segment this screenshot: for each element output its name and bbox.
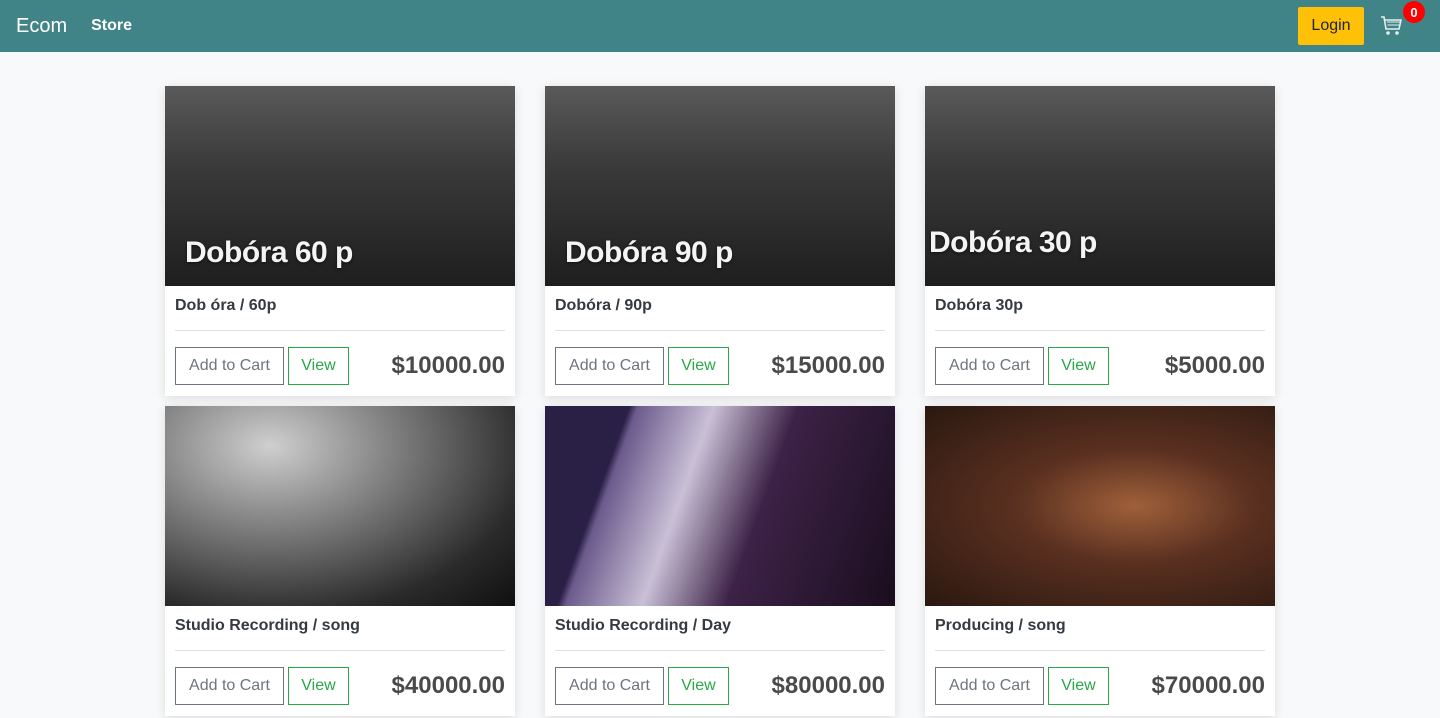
product-title: Studio Recording / Day	[555, 617, 732, 634]
product-price: $15000.00	[771, 352, 885, 379]
cart-link[interactable]: 0	[1380, 1, 1425, 41]
product-image: Dobóra 60 p	[165, 86, 515, 286]
add-to-cart-button[interactable]: Add to Cart	[175, 347, 284, 385]
product-grid: Dobóra 60 p Dob óra / 60p Add to Cart Vi…	[165, 86, 1275, 716]
product-image: Dobóra 30 p	[925, 86, 1275, 286]
login-button[interactable]: Login	[1298, 7, 1364, 45]
product-image	[925, 406, 1275, 606]
divider	[555, 650, 885, 651]
view-button[interactable]: View	[1048, 667, 1109, 705]
product-price: $5000.00	[1164, 352, 1265, 379]
product-price: $10000.00	[391, 352, 505, 379]
divider	[935, 650, 1265, 651]
product-price: $80000.00	[771, 672, 885, 699]
product-title: Producing / song	[935, 617, 1066, 634]
brand-link[interactable]: Ecom	[16, 15, 67, 38]
product-card: Producing / song Add to Cart View $70000…	[925, 406, 1275, 716]
product-card: Dobóra 60 p Dob óra / 60p Add to Cart Vi…	[165, 86, 515, 396]
product-image-caption: Dobóra 90 p	[565, 236, 733, 269]
product-title: Dobóra / 90p	[555, 297, 652, 314]
add-to-cart-button[interactable]: Add to Cart	[175, 667, 284, 705]
store-link[interactable]: Store	[91, 17, 132, 35]
navbar: Ecom Store Login 0	[0, 0, 1440, 52]
cart-count-badge: 0	[1403, 1, 1425, 23]
product-card: Dobóra 30 p Dobóra 30p Add to Cart View …	[925, 86, 1275, 396]
product-title: Dob óra / 60p	[175, 297, 277, 314]
product-card: Dobóra 90 p Dobóra / 90p Add to Cart Vie…	[545, 86, 895, 396]
view-button[interactable]: View	[668, 667, 729, 705]
view-button[interactable]: View	[288, 347, 349, 385]
product-image: Dobóra 90 p	[545, 86, 895, 286]
product-image	[545, 406, 895, 606]
product-title: Dobóra 30p	[935, 297, 1024, 314]
divider	[175, 330, 505, 331]
add-to-cart-button[interactable]: Add to Cart	[555, 347, 664, 385]
divider	[555, 330, 885, 331]
product-card: Studio Recording / Day Add to Cart View …	[545, 406, 895, 716]
product-price: $70000.00	[1151, 672, 1265, 699]
product-price: $40000.00	[391, 672, 505, 699]
add-to-cart-button[interactable]: Add to Cart	[935, 347, 1044, 385]
view-button[interactable]: View	[668, 347, 729, 385]
product-title: Studio Recording / song	[175, 617, 360, 634]
product-image	[165, 406, 515, 606]
view-button[interactable]: View	[1048, 347, 1109, 385]
cart-icon	[1381, 16, 1402, 35]
add-to-cart-button[interactable]: Add to Cart	[935, 667, 1044, 705]
nav-right: Login 0	[1298, 1, 1425, 45]
product-image-caption: Dobóra 60 p	[185, 236, 353, 269]
view-button[interactable]: View	[288, 667, 349, 705]
divider	[935, 330, 1265, 331]
product-image-caption: Dobóra 30 p	[929, 226, 1097, 259]
product-card: Studio Recording / song Add to Cart View…	[165, 406, 515, 716]
add-to-cart-button[interactable]: Add to Cart	[555, 667, 664, 705]
divider	[175, 650, 505, 651]
